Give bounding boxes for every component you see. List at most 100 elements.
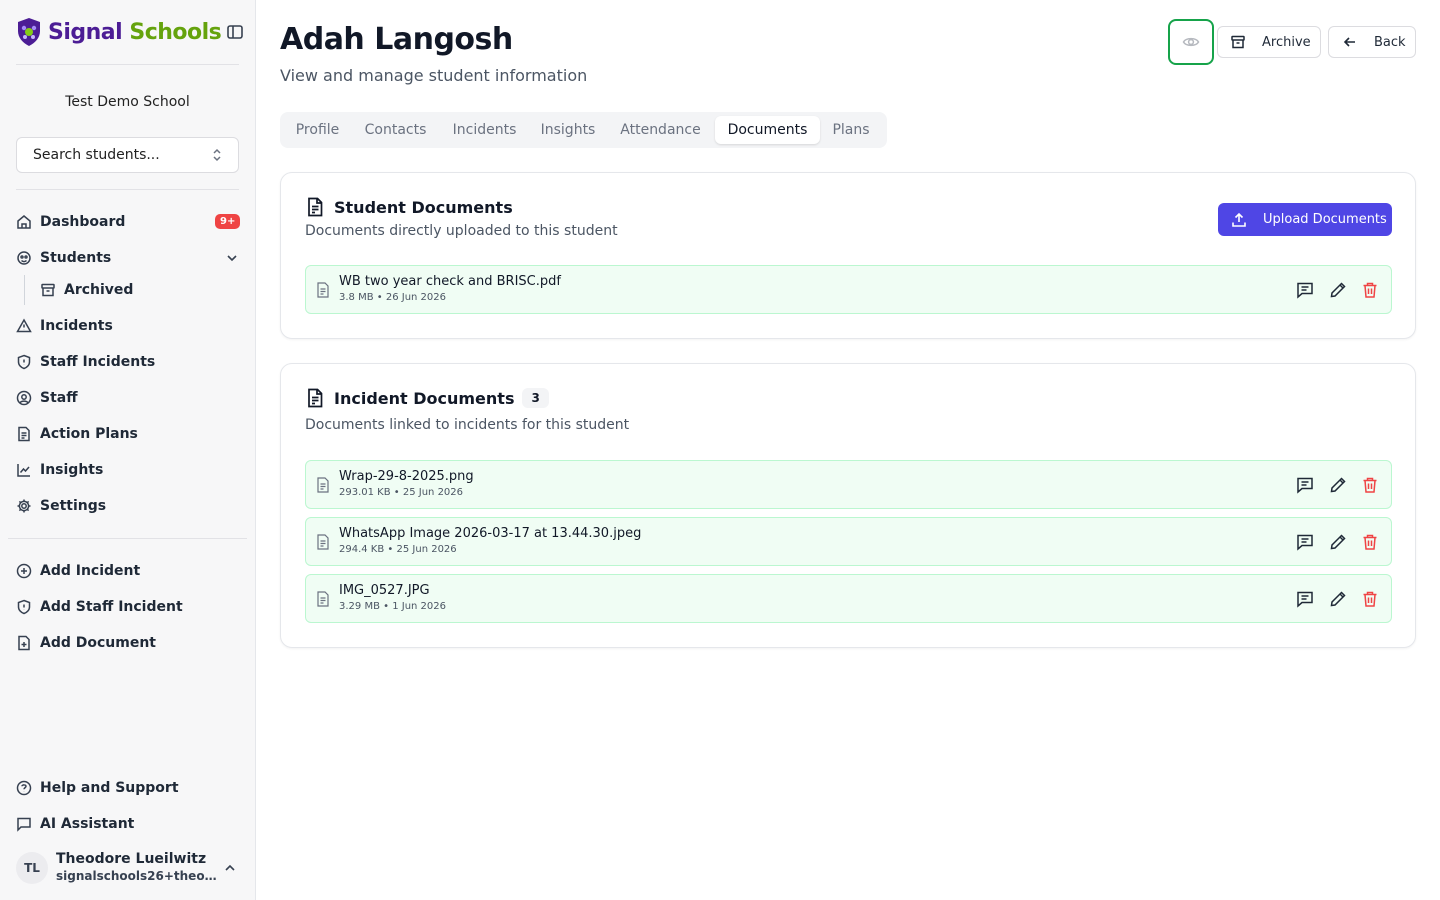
sidebar-divider	[16, 189, 239, 190]
file-text-icon	[308, 197, 323, 217]
chevron-down-icon[interactable]	[224, 250, 240, 266]
document-size: 3.29 MB	[339, 601, 380, 612]
sidebar-item-add-document[interactable]: Add Document	[16, 629, 156, 657]
sidebar-item-label: Incidents	[40, 318, 113, 334]
document-row[interactable]: WB two year check and BRISC.pdf 3.8 MB •…	[305, 265, 1392, 314]
tab-profile[interactable]: Profile	[284, 116, 351, 144]
incident-documents-heading: Incident Documents 3	[305, 388, 549, 408]
sidebar-item-label: Action Plans	[40, 426, 138, 442]
tab-attendance[interactable]: Attendance	[607, 116, 714, 144]
tab-documents[interactable]: Documents	[715, 116, 820, 144]
sidebar-item-dashboard[interactable]: Dashboard	[16, 208, 125, 236]
student-search-select[interactable]: Search students...	[16, 137, 239, 173]
message-square-icon	[17, 817, 31, 832]
tab-incidents[interactable]: Incidents	[440, 116, 529, 144]
submenu-line	[24, 275, 25, 305]
sidebar-divider	[16, 64, 239, 65]
alert-triangle-icon	[16, 318, 32, 333]
document-date: 25 Jun 2026	[396, 544, 457, 555]
file-icon	[317, 477, 329, 493]
tab-insights[interactable]: Insights	[529, 116, 607, 144]
trash-icon[interactable]	[1361, 533, 1379, 551]
trash-icon[interactable]	[1361, 590, 1379, 608]
brand-name: Signal Schools	[48, 19, 222, 45]
comment-icon[interactable]	[1296, 281, 1314, 299]
sidebar-item-add-staff-incident[interactable]: Add Staff Incident	[16, 593, 183, 621]
sidebar-item-add-incident[interactable]: Add Incident	[16, 557, 140, 585]
sidebar-item-label: Help and Support	[40, 780, 179, 796]
comment-icon[interactable]	[1296, 590, 1314, 608]
document-meta: 3.8 MB • 26 Jun 2026	[339, 292, 446, 303]
eye-icon	[1182, 37, 1200, 47]
card-description: Documents directly uploaded to this stud…	[305, 223, 618, 239]
trash-icon[interactable]	[1361, 281, 1379, 299]
sidebar-item-settings[interactable]: Settings	[16, 492, 106, 520]
archive-button-label: Archive	[1262, 34, 1311, 50]
student-documents-card: Student Documents Documents directly upl…	[280, 172, 1416, 339]
sidebar-item-students[interactable]: Students	[16, 244, 111, 272]
document-size: 294.4 KB	[339, 544, 385, 555]
upload-documents-button[interactable]: Upload Documents	[1218, 203, 1392, 236]
pencil-icon[interactable]	[1329, 533, 1347, 551]
shield-alert-icon	[17, 599, 31, 615]
brand-logo[interactable]: Signal Schools	[16, 14, 244, 50]
pencil-icon[interactable]	[1329, 590, 1347, 608]
back-button-label: Back	[1374, 34, 1406, 50]
user-circle-icon	[16, 390, 32, 406]
document-name: WhatsApp Image 2026-03-17 at 13.44.30.jp…	[339, 526, 642, 541]
card-description: Documents linked to incidents for this s…	[305, 417, 630, 433]
sidebar-item-insights[interactable]: Insights	[16, 456, 103, 484]
chevron-up-icon[interactable]	[222, 860, 238, 876]
back-button[interactable]: Back	[1328, 26, 1416, 58]
avatar[interactable]: TL	[16, 852, 48, 884]
sidebar-item-incidents[interactable]: Incidents	[16, 312, 113, 340]
gear-icon	[17, 499, 31, 513]
pencil-icon[interactable]	[1329, 281, 1347, 299]
plus-circle-icon	[16, 563, 32, 579]
file-icon	[317, 534, 329, 550]
sidebar-item-staff-incidents[interactable]: Staff Incidents	[16, 348, 155, 376]
document-meta: 293.01 KB • 25 Jun 2026	[339, 487, 464, 498]
sidebar-item-label: Add Document	[40, 635, 156, 651]
document-row[interactable]: WhatsApp Image 2026-03-17 at 13.44.30.jp…	[305, 517, 1392, 566]
arrow-left-icon	[1343, 37, 1355, 47]
file-plus-icon	[18, 635, 30, 651]
upload-button-label: Upload Documents	[1263, 212, 1387, 227]
document-meta: 3.29 MB • 1 Jun 2026	[339, 601, 446, 612]
document-count-badge: 3	[522, 388, 549, 408]
sidebar-item-staff[interactable]: Staff	[16, 384, 78, 412]
home-icon	[17, 215, 31, 229]
archive-button[interactable]: Archive	[1217, 26, 1321, 58]
file-icon	[317, 282, 329, 298]
file-icon	[317, 591, 329, 607]
school-name: Test Demo School	[65, 94, 190, 110]
sidebar-item-action-plans[interactable]: Action Plans	[16, 420, 138, 448]
sidebar-item-label: AI Assistant	[40, 816, 135, 832]
card-title: Incident Documents	[334, 388, 515, 408]
sidebar-item-ai-assistant[interactable]: AI Assistant	[16, 810, 134, 838]
pencil-icon[interactable]	[1329, 476, 1347, 494]
trash-icon[interactable]	[1361, 476, 1379, 494]
page-title: Adah Langosh	[280, 22, 513, 57]
sidebar-item-label: Archived	[64, 282, 134, 298]
sidebar-item-label: Students	[40, 250, 112, 266]
view-toggle-button[interactable]	[1168, 19, 1214, 65]
comment-icon[interactable]	[1296, 533, 1314, 551]
sidebar-item-archived[interactable]: Archived	[40, 276, 133, 304]
sidebar-divider	[8, 538, 247, 539]
document-size: 293.01 KB	[339, 487, 391, 498]
sidebar-item-help[interactable]: Help and Support	[16, 774, 179, 802]
user-name: Theodore Lueilwitz	[56, 851, 207, 867]
comment-icon[interactable]	[1296, 476, 1314, 494]
document-row[interactable]: IMG_0527.JPG 3.29 MB • 1 Jun 2026	[305, 574, 1392, 623]
tab-contacts[interactable]: Contacts	[351, 116, 440, 144]
shield-logo-icon	[18, 18, 40, 46]
student-tabs: Profile Contacts Incidents Insights Atte…	[280, 112, 887, 148]
tab-plans[interactable]: Plans	[821, 116, 881, 144]
students-icon	[17, 251, 31, 265]
document-row[interactable]: Wrap-29-8-2025.png 293.01 KB • 25 Jun 20…	[305, 460, 1392, 509]
upload-icon	[1232, 212, 1246, 227]
sidebar-toggle-icon[interactable]	[226, 23, 244, 41]
document-name: WB two year check and BRISC.pdf	[339, 274, 561, 289]
document-meta: 294.4 KB • 25 Jun 2026	[339, 544, 457, 555]
